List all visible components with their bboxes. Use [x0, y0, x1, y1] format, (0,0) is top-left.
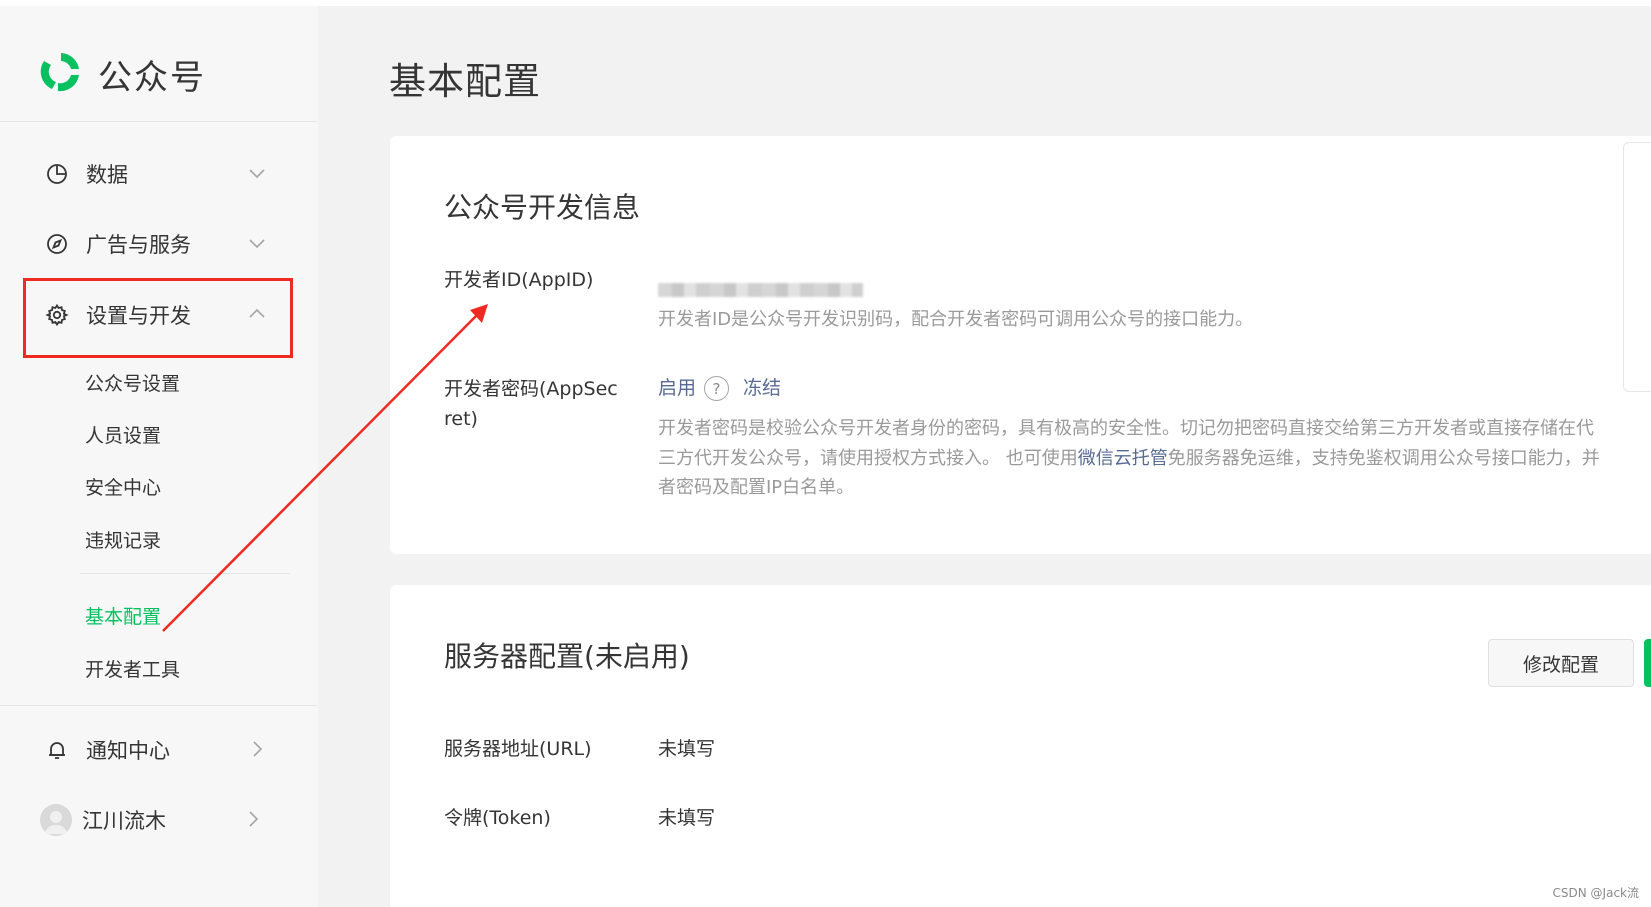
app-window: 公众号 数据 广告与服务 设置与开发 公众号设置 人员设置 安全中心 违规记录 …	[0, 6, 1651, 907]
annotation-arrow	[162, 304, 488, 632]
watermark: CSDN @Jack流	[1552, 886, 1639, 900]
